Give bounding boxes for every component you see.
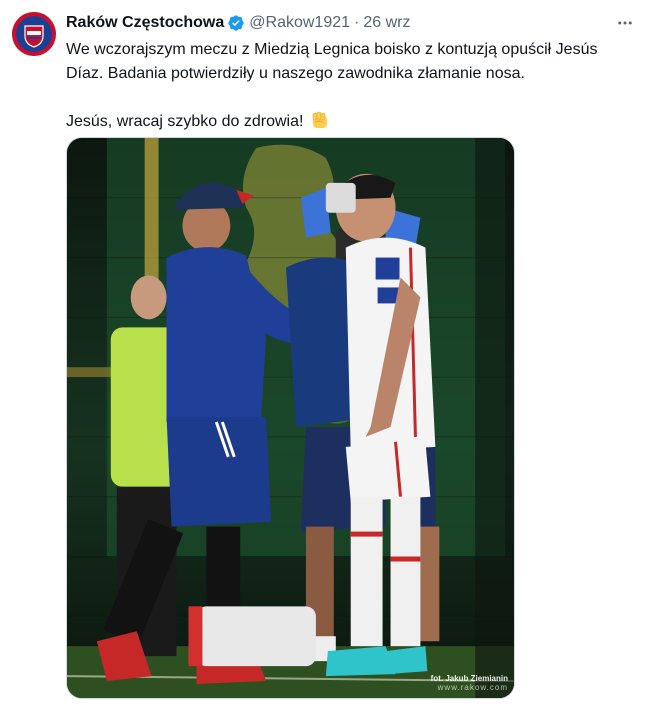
verified-badge-icon [227, 14, 245, 32]
tweet-text-paragraph: Jesús, wracaj szybko do zdrowia! [66, 110, 636, 134]
avatar[interactable] [12, 12, 56, 56]
tweet-text-line: Jesús, wracaj szybko do zdrowia! [66, 113, 304, 130]
more-horizontal-icon[interactable] [614, 12, 636, 34]
photo-credit-author: fot. Jakub Ziemianin [430, 674, 508, 683]
tweet-header: Raków Częstochowa @Rakow1921 · 26 wrz [66, 12, 410, 34]
tweet[interactable]: Raków Częstochowa @Rakow1921 · 26 wrz We… [0, 0, 650, 714]
header-separator: · [354, 14, 360, 31]
photo-illustration [67, 138, 514, 698]
tweet-text-paragraph: We wczorajszym meczu z Miedzią Legnica b… [66, 41, 598, 82]
tweet-photo[interactable]: fot. Jakub Ziemianin www.rakow.com [66, 137, 515, 699]
photo-credit-url: www.rakow.com [437, 683, 508, 692]
author-name[interactable]: Raków Częstochowa [66, 14, 224, 32]
tweet-timestamp[interactable]: 26 wrz [363, 14, 410, 32]
raised-fist-emoji-icon [310, 110, 330, 130]
photo-credit: fot. Jakub Ziemianin www.rakow.com [431, 674, 508, 692]
tweet-text: We wczorajszym meczu z Miedzią Legnica b… [66, 38, 636, 134]
author-handle[interactable]: @Rakow1921 [249, 14, 350, 32]
